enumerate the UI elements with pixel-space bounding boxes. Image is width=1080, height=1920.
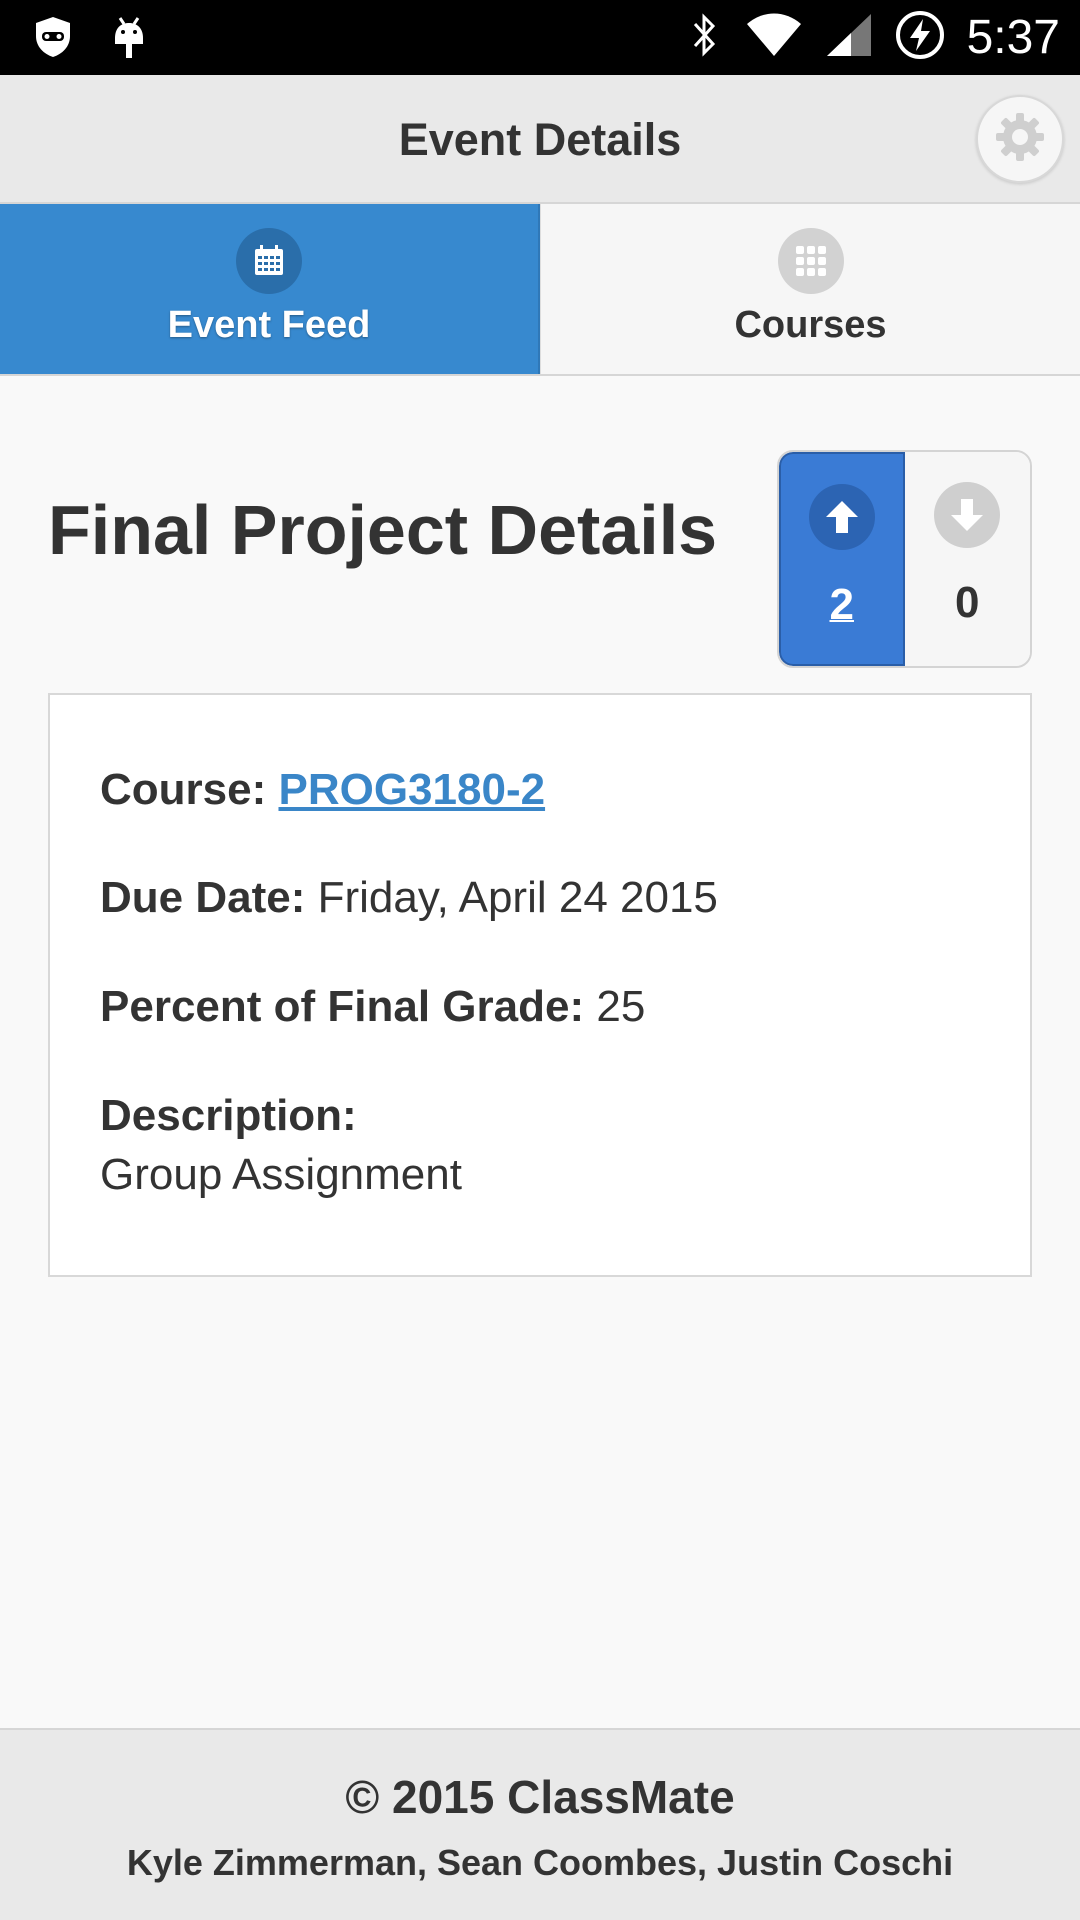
app-header: Event Details bbox=[0, 75, 1080, 204]
percent-label: Percent of Final Grade: bbox=[100, 982, 597, 1031]
upvote-count: 2 bbox=[829, 580, 854, 629]
gear-icon bbox=[992, 109, 1048, 170]
due-date-row: Due Date: Friday, April 24 2015 bbox=[100, 873, 718, 923]
footer-authors: Kyle Zimmerman, Sean Coombes, Justin Cos… bbox=[126, 1842, 954, 1883]
course-label: Course: bbox=[100, 765, 279, 814]
course-link[interactable]: PROG3180-2 bbox=[278, 765, 545, 814]
description-label: Description: bbox=[100, 1091, 357, 1140]
tab-courses[interactable]: Courses bbox=[540, 204, 1080, 374]
status-bar: 5:37 bbox=[0, 0, 1080, 75]
android-icon bbox=[106, 14, 152, 65]
footer: © 2015 ClassMate Kyle Zimmerman, Sean Co… bbox=[0, 1728, 1080, 1920]
arrow-down-icon bbox=[934, 482, 1001, 548]
percent-row: Percent of Final Grade: 25 bbox=[100, 982, 645, 1032]
upvote-button[interactable]: 2 bbox=[779, 452, 905, 666]
battery-charging-icon bbox=[895, 10, 945, 65]
tab-bar: Event Feed Courses bbox=[0, 204, 1080, 376]
due-date-value: Friday, April 24 2015 bbox=[317, 873, 718, 922]
downvote-count: 0 bbox=[955, 578, 980, 627]
description-value: Group Assignment bbox=[100, 1150, 462, 1199]
status-time: 5:37 bbox=[966, 11, 1060, 64]
footer-copyright: © 2015 ClassMate bbox=[345, 1771, 735, 1823]
tab-label: Event Feed bbox=[167, 304, 371, 346]
settings-button[interactable] bbox=[976, 95, 1064, 183]
due-date-label: Due Date: bbox=[100, 873, 318, 922]
shield-icon bbox=[30, 14, 76, 65]
event-title: Final Project Details bbox=[48, 491, 718, 569]
tab-event-feed[interactable]: Event Feed bbox=[0, 204, 540, 374]
event-details-card: Course: PROG3180-2 Due Date: Friday, Apr… bbox=[48, 693, 1032, 1277]
bluetooth-icon bbox=[687, 10, 723, 65]
wifi-icon bbox=[745, 12, 803, 63]
calendar-icon bbox=[236, 228, 302, 294]
tab-label: Courses bbox=[734, 304, 887, 346]
page-title: Event Details bbox=[398, 113, 682, 165]
course-row: Course: PROG3180-2 bbox=[100, 765, 545, 815]
arrow-up-icon bbox=[808, 484, 875, 550]
grid-icon bbox=[777, 228, 844, 294]
vote-group: 2 0 bbox=[777, 450, 1032, 668]
downvote-button[interactable]: 0 bbox=[904, 452, 1030, 666]
signal-icon bbox=[825, 12, 873, 63]
percent-value: 25 bbox=[596, 982, 646, 1031]
